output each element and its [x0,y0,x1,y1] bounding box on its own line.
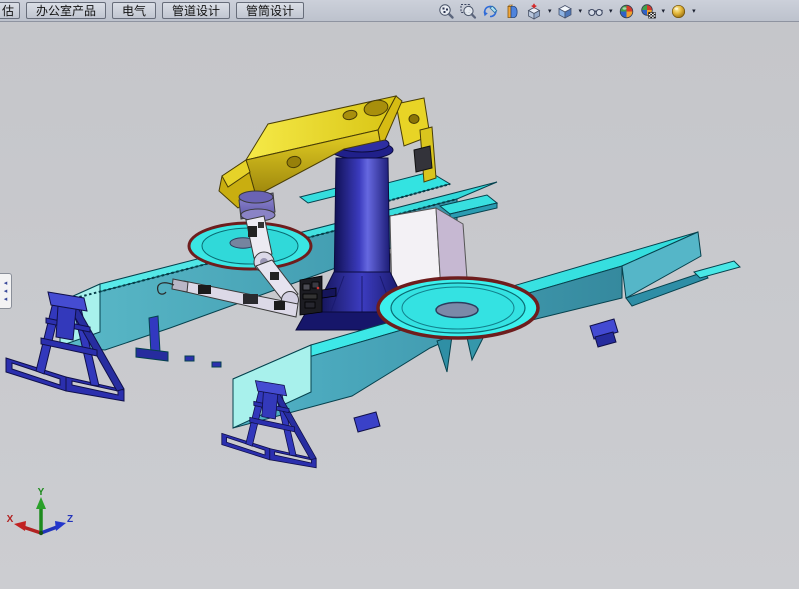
collapse-arrow-icon: ◂ [4,296,8,303]
dropdown-caret[interactable]: ▾ [662,2,666,21]
triad-x-label: X [7,514,14,525]
hide-show-items-icon[interactable] [586,2,605,21]
command-tab-bar: 估 办公室产品 电气 管道设计 管筒设计 [0,0,799,22]
graphics-viewport[interactable]: Y X Z ◂ ◂ ◂ [0,22,799,589]
triad-y-label: Y [38,487,45,498]
right-turntable-ring[interactable] [378,278,538,338]
collapse-arrow-icon: ◂ [4,288,8,295]
rotate-view-icon[interactable] [481,2,500,21]
dropdown-caret[interactable]: ▾ [692,2,696,21]
view-settings-icon[interactable] [669,2,688,21]
dropdown-caret[interactable]: ▾ [609,2,613,21]
view-orientation-icon[interactable] [525,2,544,21]
model-canvas[interactable]: Y X Z [0,22,799,589]
dropdown-caret[interactable]: ▾ [579,2,583,21]
view-toolbar: ▾ ▾ ▾ [437,0,697,22]
edit-appearance-icon[interactable] [617,2,636,21]
zoom-to-fit-icon[interactable] [437,2,456,21]
zoom-to-area-icon[interactable] [459,2,478,21]
section-view-icon[interactable] [503,2,522,21]
collapse-arrow-icon: ◂ [4,280,8,287]
tab-partial-evaluate[interactable]: 估 [0,2,20,19]
apply-scene-icon[interactable] [639,2,658,21]
display-style-icon[interactable] [556,2,575,21]
tab-electrical[interactable]: 电气 [112,2,156,19]
dropdown-caret[interactable]: ▾ [548,2,552,21]
tab-piping[interactable]: 管道设计 [162,2,230,19]
triad-z-label: Z [67,514,73,525]
panel-collapse-button[interactable]: ◂ ◂ ◂ [0,273,12,309]
tab-tubing[interactable]: 管筒设计 [236,2,304,19]
solidworks-window: 估 办公室产品 电气 管道设计 管筒设计 [0,0,799,589]
tab-office-products[interactable]: 办公室产品 [26,2,106,19]
